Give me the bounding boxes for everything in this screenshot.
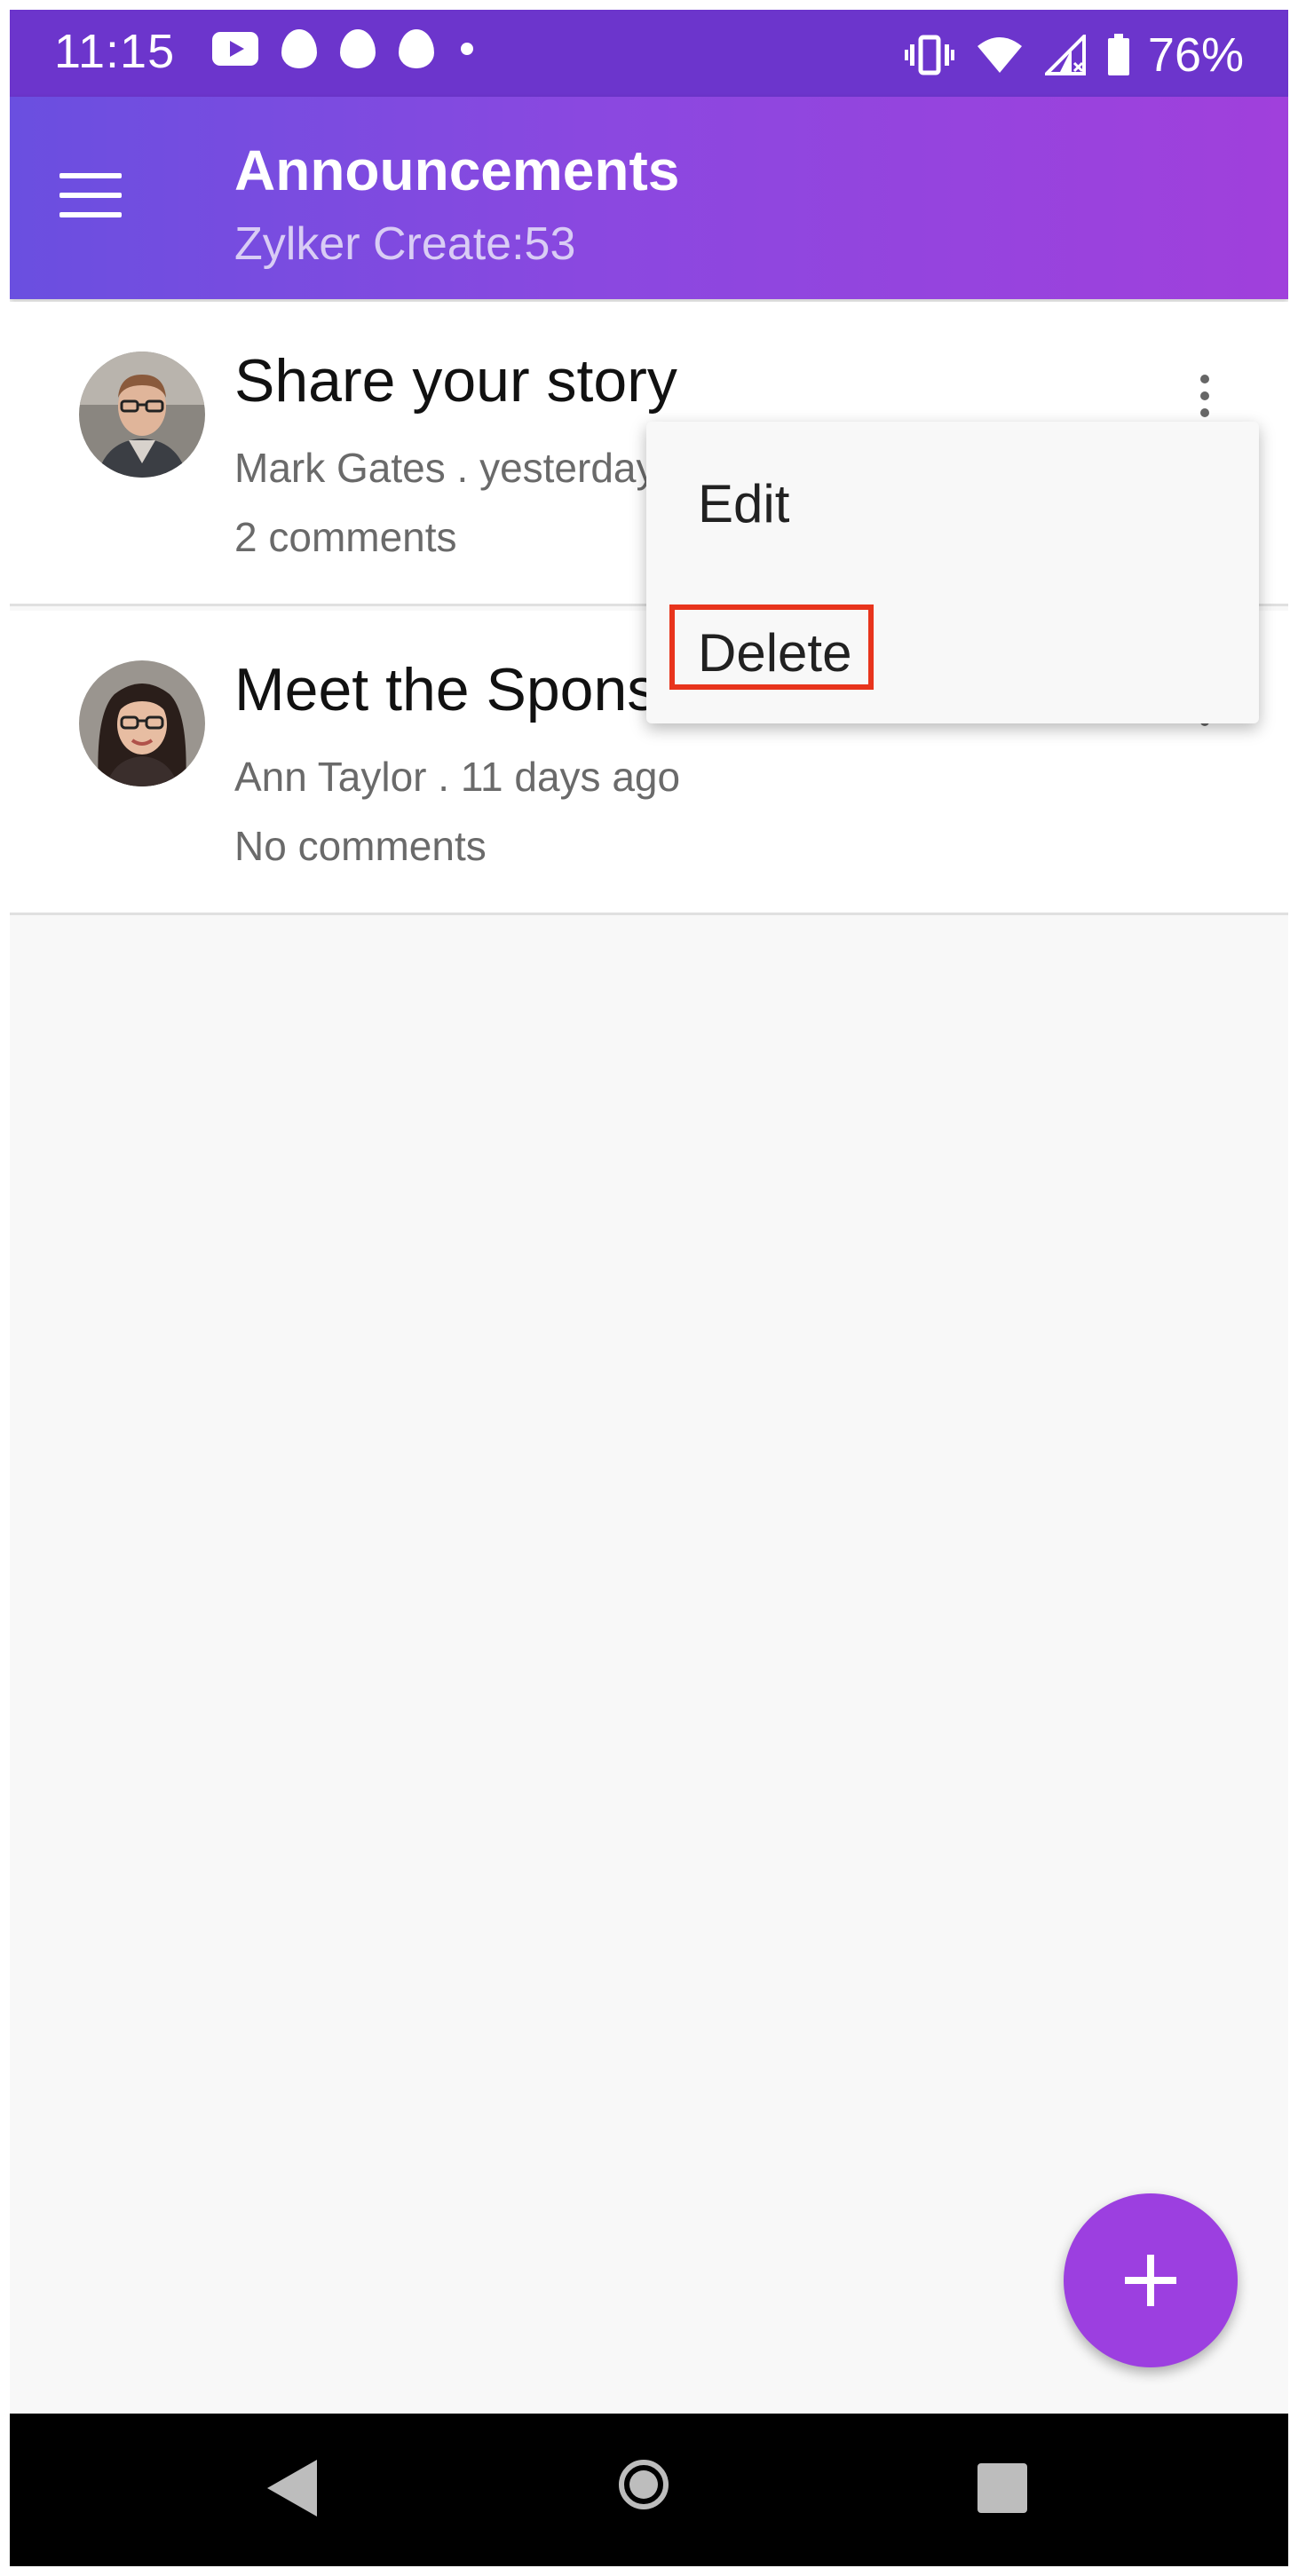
notification-icons <box>212 29 473 68</box>
battery-icon <box>1107 34 1129 75</box>
announcement-author-time: Mark Gates . yesterday <box>234 445 657 491</box>
recent-apps-icon[interactable] <box>977 2463 1027 2513</box>
page-subtitle: Zylker Create:53 <box>234 218 576 270</box>
app-bar: Announcements Zylker Create:53 <box>10 97 1288 299</box>
navigation-bar <box>10 2414 1288 2566</box>
plus-icon <box>1125 2255 1176 2306</box>
app-notification-icon <box>281 29 317 68</box>
status-bar: 11:15 76% <box>10 10 1288 97</box>
phone-screen: 11:15 76% Announcements Zylker Create:53… <box>10 10 1288 2566</box>
avatar <box>79 660 205 786</box>
hamburger-menu-icon[interactable] <box>59 173 122 219</box>
app-notification-icon <box>340 29 376 68</box>
menu-item-edit[interactable]: Edit <box>698 473 789 534</box>
system-icons: 76% <box>904 28 1244 83</box>
more-notifications-dot-icon <box>461 43 473 55</box>
battery-percentage: 76% <box>1147 28 1244 82</box>
announcement-comments-count[interactable]: 2 comments <box>234 513 457 561</box>
youtube-icon <box>212 32 258 66</box>
avatar <box>79 352 205 478</box>
announcement-comments-count[interactable]: No comments <box>234 822 487 870</box>
back-icon[interactable] <box>267 2460 317 2517</box>
status-time: 11:15 <box>54 25 176 78</box>
more-options-icon[interactable] <box>1196 375 1214 428</box>
cellular-signal-icon <box>1044 35 1086 75</box>
page-title: Announcements <box>234 138 680 202</box>
app-notification-icon <box>399 29 434 68</box>
vibrate-icon <box>904 35 954 75</box>
highlight-box <box>669 604 874 690</box>
home-icon[interactable] <box>619 2460 669 2509</box>
announcement-author-time: Ann Taylor . 11 days ago <box>234 754 681 800</box>
wifi-icon <box>977 37 1022 73</box>
add-announcement-button[interactable] <box>1064 2193 1238 2367</box>
announcement-title: Share your story <box>234 347 677 415</box>
